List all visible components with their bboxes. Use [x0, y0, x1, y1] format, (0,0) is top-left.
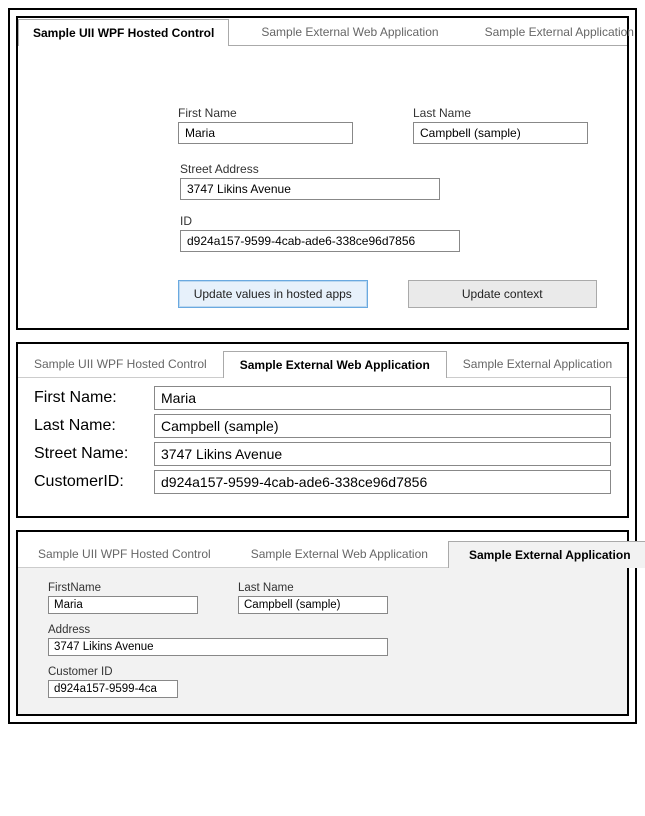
panel-external-web-app: Sample UII WPF Hosted Control Sample Ext…	[16, 342, 629, 518]
update-context-button[interactable]: Update context	[408, 280, 598, 308]
first-name-input[interactable]	[48, 596, 198, 614]
tab-strip: Sample UII WPF Hosted Control Sample Ext…	[18, 344, 627, 378]
street-address-input[interactable]	[180, 178, 440, 200]
tab-web-app[interactable]: Sample External Web Application	[247, 19, 452, 45]
customer-id-input[interactable]	[48, 680, 178, 698]
tab-strip: Sample UII WPF Hosted Control Sample Ext…	[18, 18, 627, 46]
id-label: ID	[180, 214, 597, 228]
tab-wpf-hosted[interactable]: Sample UII WPF Hosted Control	[18, 19, 229, 46]
last-name-input[interactable]	[238, 596, 388, 614]
panel-wpf-hosted-control: Sample UII WPF Hosted Control Sample Ext…	[16, 16, 629, 330]
customer-id-label: CustomerID:	[34, 473, 154, 491]
tab-strip: Sample UII WPF Hosted Control Sample Ext…	[18, 532, 627, 568]
tab-external-app[interactable]: Sample External Application	[447, 351, 628, 377]
update-hosted-apps-button[interactable]: Update values in hosted apps	[178, 280, 368, 308]
tab-external-app[interactable]: Sample External Application	[471, 19, 645, 45]
street-name-label: Street Name:	[34, 445, 154, 463]
customer-id-label: Customer ID	[48, 666, 597, 678]
last-name-label: Last Name	[238, 582, 388, 594]
last-name-label: Last Name:	[34, 417, 154, 435]
tab-wpf-hosted[interactable]: Sample UII WPF Hosted Control	[18, 351, 223, 377]
tab-external-app[interactable]: Sample External Application	[448, 541, 645, 568]
tab-web-app[interactable]: Sample External Web Application	[231, 541, 448, 567]
tab-wpf-hosted[interactable]: Sample UII WPF Hosted Control	[18, 541, 231, 567]
first-name-input[interactable]	[154, 386, 611, 410]
tab-web-app[interactable]: Sample External Web Application	[223, 351, 447, 378]
panel-external-app: Sample UII WPF Hosted Control Sample Ext…	[16, 530, 629, 716]
address-label: Address	[48, 624, 597, 636]
first-name-label: FirstName	[48, 582, 198, 594]
last-name-input[interactable]	[154, 414, 611, 438]
street-address-label: Street Address	[180, 162, 597, 176]
last-name-input[interactable]	[413, 122, 588, 144]
first-name-input[interactable]	[178, 122, 353, 144]
customer-id-input[interactable]	[154, 470, 611, 494]
id-input[interactable]	[180, 230, 460, 252]
street-name-input[interactable]	[154, 442, 611, 466]
last-name-label: Last Name	[413, 106, 588, 120]
first-name-label: First Name	[178, 106, 353, 120]
address-input[interactable]	[48, 638, 388, 656]
first-name-label: First Name:	[34, 389, 154, 407]
